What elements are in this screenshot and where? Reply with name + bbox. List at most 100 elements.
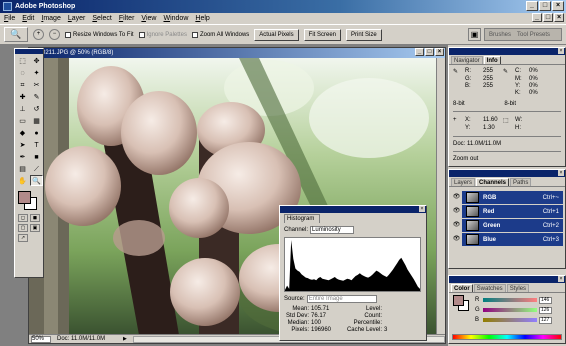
menu-layer[interactable]: Layer [68, 15, 86, 22]
marquee-tool-icon[interactable]: ⬚ [16, 55, 29, 66]
menu-window[interactable]: Window [163, 15, 188, 22]
menu-edit[interactable]: Edit [22, 15, 34, 22]
close-button[interactable]: × [552, 1, 564, 11]
zoom-out-icon[interactable]: − [49, 29, 60, 40]
jump-to-imageready-icon[interactable]: ↗ [18, 234, 28, 242]
doc-minimize-button[interactable]: _ [532, 13, 542, 22]
zoom-tool-icon[interactable]: 🔍 [30, 175, 43, 186]
minimize-button[interactable]: _ [526, 1, 538, 11]
histogram-tab[interactable]: Histogram [284, 214, 320, 223]
source-select[interactable]: Entire Image [306, 295, 377, 303]
brushes-tab[interactable]: Brushes [489, 32, 511, 38]
menu-help[interactable]: Help [195, 15, 209, 22]
close-icon[interactable]: × [419, 206, 425, 212]
ignore-palettes-checkbox[interactable]: Ignore Palettes [138, 31, 187, 38]
b-label: B: [465, 83, 471, 89]
history-brush-tool-icon[interactable]: ↺ [30, 103, 43, 114]
close-icon[interactable]: × [558, 48, 564, 54]
move-tool-icon[interactable]: ✥ [30, 55, 43, 66]
healing-brush-tool-icon[interactable]: ✚ [16, 91, 29, 102]
tab-color[interactable]: Color [451, 284, 473, 292]
blue-slider[interactable] [483, 318, 537, 322]
slice-tool-icon[interactable]: ✂ [30, 79, 43, 90]
eye-icon[interactable]: 👁 [451, 233, 462, 246]
ignore-palettes-label: Ignore Palettes [146, 31, 187, 38]
menu-filter[interactable]: Filter [119, 15, 135, 22]
clone-stamp-tool-icon[interactable]: ⊥ [16, 103, 29, 114]
menu-image[interactable]: Image [41, 15, 60, 22]
zoom-level-field[interactable]: 50% [31, 335, 51, 343]
magic-wand-tool-icon[interactable]: ✦ [30, 67, 43, 78]
gradient-tool-icon[interactable]: ▦ [30, 115, 43, 126]
type-tool-icon[interactable]: T [30, 139, 43, 150]
g-label: G [475, 307, 480, 313]
channel-row-rgb[interactable]: 👁 RGB Ctrl+~ [451, 191, 563, 204]
vertical-scrollbar[interactable] [436, 58, 445, 335]
maximize-button[interactable]: □ [539, 1, 551, 11]
green-slider[interactable] [483, 308, 537, 312]
foreground-color-swatch[interactable] [18, 191, 31, 204]
print-size-button[interactable]: Print Size [346, 28, 382, 41]
quick-mask-icon[interactable]: ◼ [30, 214, 40, 222]
eye-icon[interactable]: 👁 [451, 191, 462, 204]
tab-paths[interactable]: Paths [510, 178, 532, 186]
dodge-tool-icon[interactable]: ● [30, 127, 43, 138]
red-value-field[interactable]: 146 [539, 296, 552, 304]
notes-tool-icon[interactable]: ▤ [16, 163, 29, 174]
tab-channels[interactable]: Channels [476, 178, 510, 186]
status-menu-arrow-icon[interactable]: ▶ [123, 336, 127, 342]
r-value: 255 [483, 68, 494, 74]
blue-value-field[interactable]: 127 [539, 316, 552, 324]
doc-restore-button[interactable]: □ [543, 13, 553, 22]
tab-layers[interactable]: Layers [451, 178, 476, 186]
path-selection-tool-icon[interactable]: ➤ [16, 139, 29, 150]
tab-styles[interactable]: Styles [506, 284, 530, 292]
eyedropper-tool-icon[interactable]: ⟋ [30, 163, 43, 174]
close-icon[interactable]: × [558, 170, 564, 176]
green-value-field[interactable]: 126 [539, 306, 552, 314]
color-spectrum-ramp[interactable] [452, 334, 562, 340]
pen-tool-icon[interactable]: ✒ [16, 151, 29, 162]
channel-row-red[interactable]: 👁 Red Ctrl+1 [451, 205, 563, 218]
zoom-tool-preset-icon[interactable]: 🔍 [4, 27, 28, 42]
tool-presets-tab[interactable]: Tool Presets [517, 32, 550, 38]
file-browser-icon[interactable]: ▣ [468, 28, 481, 41]
screen-mode-full-icon[interactable]: ▣ [30, 224, 40, 232]
zoom-all-windows-checkbox[interactable]: Zoom All Windows [191, 31, 249, 38]
resize-windows-checkbox[interactable]: Resize Windows To Fit [65, 31, 134, 38]
tab-navigator[interactable]: Navigator [451, 56, 483, 64]
fit-screen-button[interactable]: Fit Screen [303, 28, 341, 41]
doc-win-minimize-button[interactable]: _ [415, 48, 424, 56]
channel-row-green[interactable]: 👁 Green Ctrl+2 [451, 219, 563, 232]
menu-file[interactable]: File [4, 15, 15, 22]
blur-tool-icon[interactable]: ◆ [16, 127, 29, 138]
doc-win-close-button[interactable]: × [435, 48, 444, 56]
doc-win-maximize-button[interactable]: □ [425, 48, 434, 56]
red-slider[interactable] [483, 298, 537, 302]
eraser-tool-icon[interactable]: ▭ [16, 115, 29, 126]
tab-swatches[interactable]: Swatches [473, 284, 506, 292]
menu-view[interactable]: View [141, 15, 156, 22]
foreground-color-swatch[interactable] [453, 295, 464, 306]
channel-select[interactable]: Luminosity [310, 226, 355, 234]
eye-icon[interactable]: 👁 [451, 219, 462, 232]
tab-info[interactable]: Info [483, 56, 501, 64]
eye-icon[interactable]: 👁 [451, 205, 462, 218]
menu-select[interactable]: Select [92, 15, 111, 22]
standard-mode-icon[interactable]: ◻ [18, 214, 28, 222]
stat-label: Median: [287, 320, 309, 326]
screen-mode-standard-icon[interactable]: ▢ [18, 224, 28, 232]
close-icon[interactable]: × [558, 276, 564, 282]
brush-tool-icon[interactable]: ✎ [30, 91, 43, 102]
lasso-tool-icon[interactable]: ◌ [16, 67, 29, 78]
shape-tool-icon[interactable]: ■ [30, 151, 43, 162]
channel-name: Green [483, 222, 501, 229]
doc-close-button[interactable]: × [554, 13, 564, 22]
stat-value: 3 [384, 327, 388, 333]
crop-tool-icon[interactable]: ⌗ [16, 79, 29, 90]
actual-pixels-button[interactable]: Actual Pixels [254, 28, 299, 41]
channel-row-blue[interactable]: 👁 Blue Ctrl+3 [451, 233, 563, 246]
zoom-in-icon[interactable]: + [33, 29, 44, 40]
m-label: M: [515, 76, 522, 82]
hand-tool-icon[interactable]: ✋ [16, 175, 29, 186]
